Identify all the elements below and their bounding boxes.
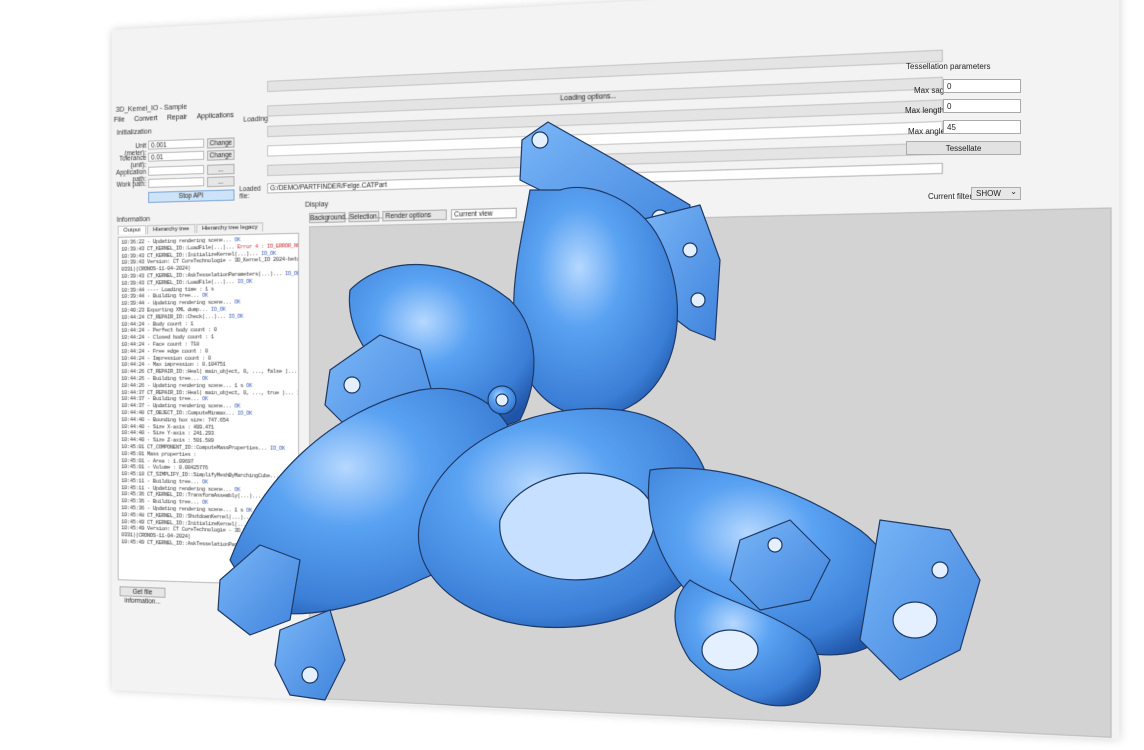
center-boss-hole [495, 393, 509, 407]
flange-bolt-hole [343, 376, 361, 394]
bottom-port [701, 629, 759, 671]
flange-bolt-hole [690, 292, 706, 308]
mount-foot [274, 609, 346, 701]
outlet-flange [859, 519, 981, 681]
flange-bolt-hole [767, 537, 783, 553]
exhaust-manifold-model [217, 121, 981, 707]
flange-bolt-hole [931, 561, 949, 579]
flange-bolt-hole [531, 131, 549, 149]
flange-bolt-hole [301, 666, 319, 684]
flange-bolt-hole [682, 242, 698, 258]
outlet-port [892, 601, 938, 639]
